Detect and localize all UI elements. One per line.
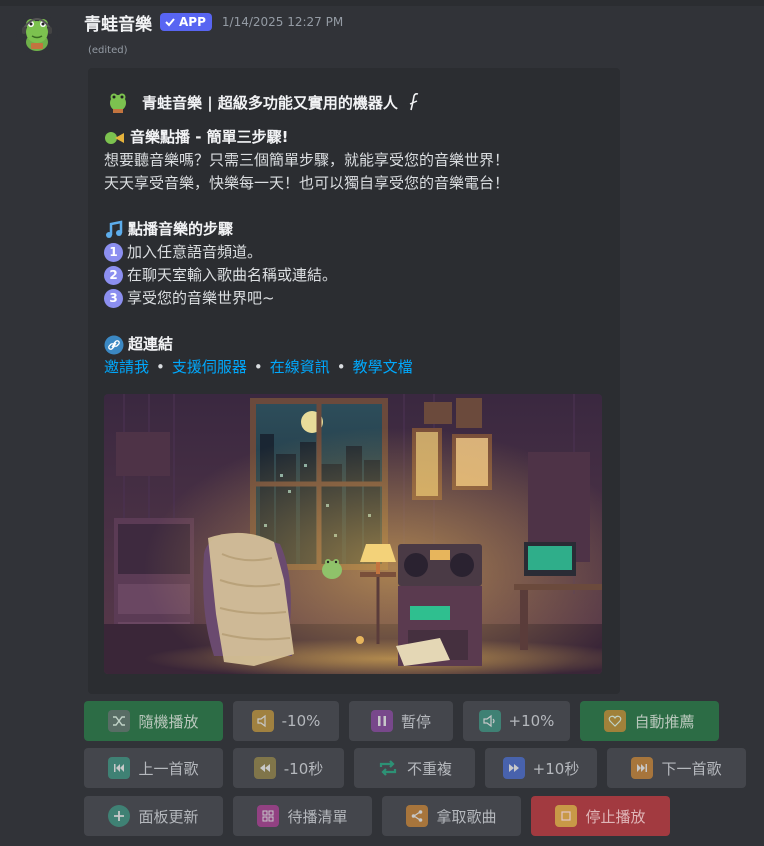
stop-icon bbox=[555, 805, 578, 827]
username[interactable]: 青蛙音樂 bbox=[84, 10, 152, 35]
rewind-icon bbox=[253, 757, 276, 779]
support-server-link[interactable]: 支援伺服器 bbox=[172, 356, 247, 379]
online-info-link[interactable]: 在線資訊 bbox=[270, 356, 330, 379]
autoplay-button[interactable]: 自動推薦 bbox=[580, 701, 719, 741]
shuffle-button[interactable]: 隨機播放 bbox=[84, 701, 223, 741]
queue-button[interactable]: 待播清單 bbox=[233, 796, 372, 836]
section-title-links: 超連結 bbox=[128, 335, 174, 353]
embed-description: 音樂點播 - 簡單三步驟! 想要聽音樂嗎？只需三個簡單步驟，就能享受您的音樂世界… bbox=[104, 126, 604, 379]
embed-image[interactable] bbox=[104, 394, 602, 674]
previous-track-button[interactable]: 上一首歌 bbox=[84, 748, 223, 788]
avatar[interactable] bbox=[16, 12, 58, 54]
grab-song-label: 拿取歌曲 bbox=[436, 807, 497, 826]
top-strip bbox=[0, 0, 764, 6]
pause-label: 暫停 bbox=[400, 712, 431, 731]
frog-avatar-icon bbox=[22, 18, 52, 51]
heart-icon bbox=[604, 710, 627, 732]
embed-title: 青蛙音樂 | 超級多功能又實用的機器人 bbox=[104, 88, 420, 116]
section-title-steps: 點播音樂的步驟 bbox=[128, 220, 234, 238]
grab-song-button[interactable]: 拿取歌曲 bbox=[382, 796, 521, 836]
section-title-request: 音樂點播 - 簡單三步驟! bbox=[130, 128, 289, 146]
checkmark-icon bbox=[165, 18, 175, 27]
timestamp[interactable]: 1/14/2025 12:27 PM bbox=[222, 15, 343, 29]
music-note-icon bbox=[106, 219, 123, 238]
step-number-badge: 2 bbox=[104, 266, 123, 285]
step-number-badge: 3 bbox=[104, 289, 123, 308]
forward-label: +10秒 bbox=[532, 759, 580, 778]
step-text: 在聊天室輸入歌曲名稱或連結。 bbox=[127, 266, 338, 284]
link-separator: • bbox=[253, 358, 263, 376]
step-item: 1 加入任意語音頻道。 bbox=[104, 241, 604, 264]
share-icon bbox=[406, 805, 429, 827]
step-number-badge: 1 bbox=[104, 243, 123, 262]
volume-down-icon bbox=[251, 710, 274, 732]
trumpet-frog-icon bbox=[105, 131, 124, 144]
step-text: 加入任意語音頻道。 bbox=[127, 243, 263, 261]
music-symbol-icon bbox=[409, 92, 419, 111]
pause-icon bbox=[370, 710, 393, 732]
next-track-button[interactable]: 下一首歌 bbox=[607, 748, 746, 788]
embed-title-text: 青蛙音樂 | 超級多功能又實用的機器人 bbox=[142, 93, 398, 112]
rewind-button[interactable]: -10秒 bbox=[233, 748, 344, 788]
plus-icon bbox=[108, 805, 131, 827]
volume-up-label: +10% bbox=[508, 712, 555, 730]
grid-icon bbox=[257, 805, 280, 827]
repeat-mode-button[interactable]: 不重複 bbox=[354, 748, 475, 788]
step-text: 享受您的音樂世界吧~ bbox=[127, 289, 275, 307]
description-line-2: 天天享受音樂，快樂每一天！也可以獨自享受您的音樂電台！ bbox=[104, 174, 510, 192]
autoplay-label: 自動推薦 bbox=[634, 712, 695, 731]
app-badge: APP bbox=[160, 13, 212, 31]
invite-link[interactable]: 邀請我 bbox=[104, 356, 149, 379]
app-badge-label: APP bbox=[179, 15, 206, 29]
step-item: 3 享受您的音樂世界吧~ bbox=[104, 287, 604, 310]
tutorial-docs-link[interactable]: 教學文檔 bbox=[353, 356, 413, 379]
queue-label: 待播清單 bbox=[287, 807, 348, 826]
fast-forward-icon bbox=[502, 757, 525, 779]
repeat-icon bbox=[377, 757, 399, 779]
next-track-label: 下一首歌 bbox=[661, 759, 722, 778]
link-row: 邀請我 • 支援伺服器 • 在線資訊 • 教學文檔 bbox=[104, 356, 604, 379]
previous-track-label: 上一首歌 bbox=[138, 759, 199, 778]
lofi-room-illustration bbox=[104, 394, 602, 674]
stop-button[interactable]: 停止播放 bbox=[531, 796, 670, 836]
volume-down-label: -10% bbox=[281, 712, 321, 730]
skip-back-icon bbox=[108, 757, 131, 779]
step-item: 2 在聊天室輸入歌曲名稱或連結。 bbox=[104, 264, 604, 287]
link-separator: • bbox=[156, 358, 165, 376]
link-separator: • bbox=[336, 358, 346, 376]
stop-label: 停止播放 bbox=[585, 807, 646, 826]
skip-forward-icon bbox=[631, 757, 654, 779]
rewind-label: -10秒 bbox=[283, 759, 324, 778]
embed-card: 青蛙音樂 | 超級多功能又實用的機器人 音樂點播 - 簡單三步驟! 想要聽音樂嗎… bbox=[88, 68, 620, 694]
shuffle-label: 隨機播放 bbox=[138, 712, 199, 731]
pause-button[interactable]: 暫停 bbox=[349, 701, 453, 741]
description-line-1: 想要聽音樂嗎？只需三個簡單步驟，就能享受您的音樂世界！ bbox=[104, 151, 510, 169]
link-icon bbox=[104, 335, 124, 354]
shuffle-icon bbox=[108, 710, 131, 732]
volume-up-icon bbox=[478, 710, 501, 732]
frog-logo-icon bbox=[110, 93, 126, 113]
message-header: 青蛙音樂 APP 1/14/2025 12:27 PM bbox=[84, 9, 343, 35]
volume-up-button[interactable]: +10% bbox=[463, 701, 570, 741]
edited-label: (edited) bbox=[88, 45, 128, 56]
forward-button[interactable]: +10秒 bbox=[485, 748, 597, 788]
repeat-mode-label: 不重複 bbox=[406, 759, 452, 778]
refresh-panel-label: 面板更新 bbox=[138, 807, 199, 826]
volume-down-button[interactable]: -10% bbox=[233, 701, 339, 741]
refresh-panel-button[interactable]: 面板更新 bbox=[84, 796, 223, 836]
